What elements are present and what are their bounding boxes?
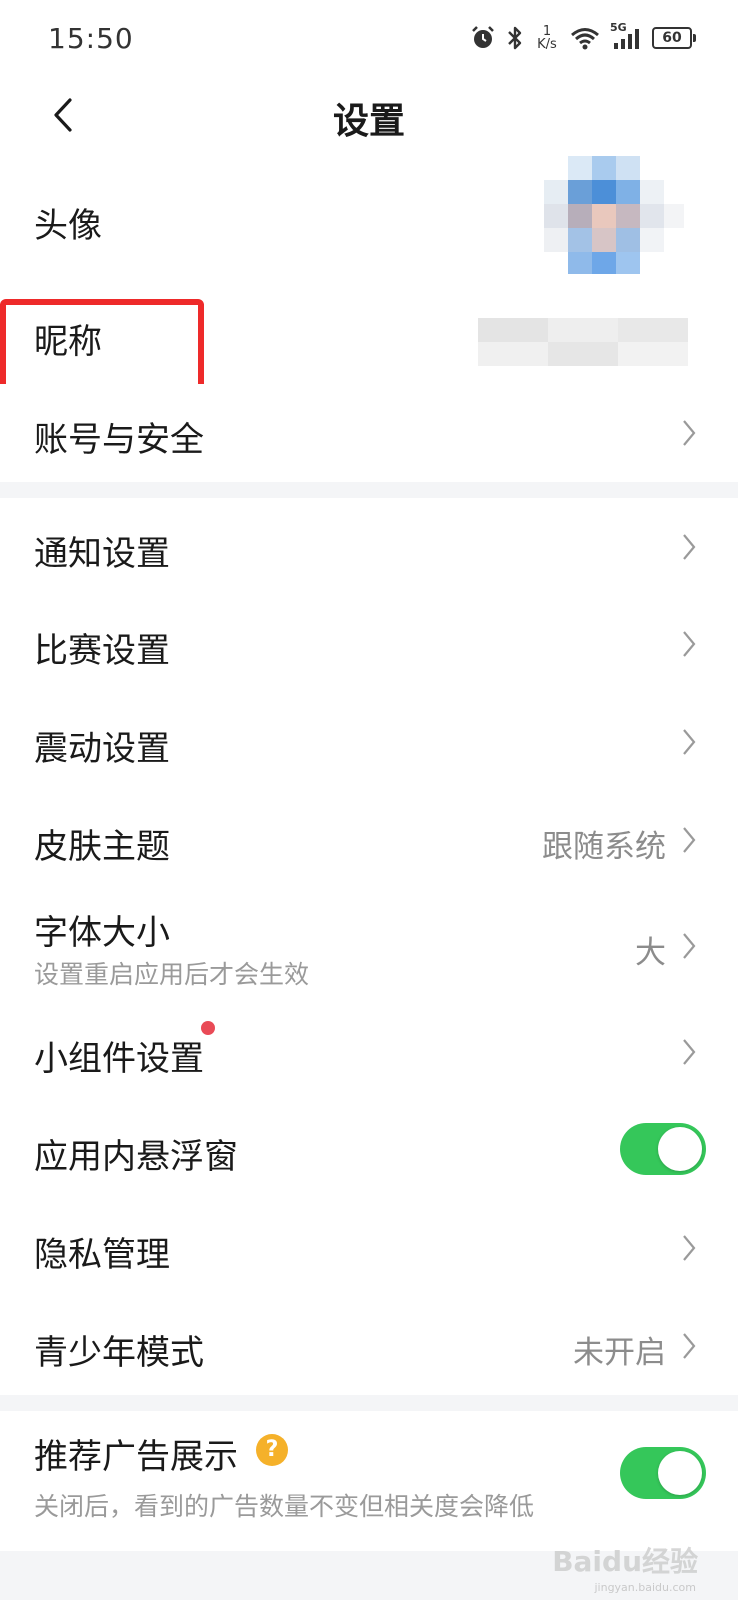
- status-time: 15:50: [48, 22, 134, 55]
- font-size-value: 大: [635, 935, 666, 971]
- page-title: 设置: [332, 101, 405, 142]
- toggle-knob: [658, 1127, 702, 1171]
- status-icons: 1 K/s 5G 60: [470, 21, 696, 52]
- match-settings-label: 比赛设置: [34, 631, 170, 671]
- chevron-right-icon: [683, 729, 696, 755]
- section-divider: [0, 482, 738, 498]
- account-security-row[interactable]: 账号与安全: [0, 384, 738, 482]
- widget-settings-label: 小组件设置: [34, 1039, 204, 1079]
- chevron-right-icon: [683, 420, 696, 446]
- chevron-right-icon: [683, 1235, 696, 1261]
- chevron-right-icon: [683, 933, 696, 959]
- avatar[interactable]: [544, 156, 684, 274]
- chevron-right-icon: [683, 534, 696, 560]
- skin-theme-value: 跟随系统: [542, 829, 666, 865]
- battery-icon: 60: [652, 27, 696, 49]
- status-bar: 15:50 1 K/s 5G 60: [0, 0, 738, 84]
- teen-mode-label: 青少年模式: [34, 1333, 204, 1373]
- vibration-settings-label: 震动设置: [34, 729, 170, 769]
- cellular-signal: 5G: [610, 21, 642, 51]
- alarm-icon: [472, 26, 494, 48]
- chevron-right-icon: [683, 631, 696, 657]
- floating-window-row: 应用内悬浮窗: [0, 1101, 738, 1200]
- recommended-ads-hint: 关闭后，看到的广告数量不变但相关度会降低: [34, 1492, 535, 1521]
- privacy-label: 隐私管理: [34, 1235, 170, 1275]
- font-size-row[interactable]: 字体大小 设置重启应用后才会生效 大: [0, 889, 738, 1004]
- bluetooth-icon: [508, 26, 522, 50]
- section-divider: [0, 1395, 738, 1411]
- chevron-right-icon: [683, 1333, 696, 1359]
- wifi-icon: [571, 28, 599, 50]
- signal-icon: [614, 29, 639, 49]
- widget-settings-row[interactable]: 小组件设置: [0, 1003, 738, 1102]
- recommended-ads-toggle[interactable]: [620, 1447, 706, 1499]
- account-security-label: 账号与安全: [34, 420, 204, 460]
- notification-settings-row[interactable]: 通知设置: [0, 498, 738, 596]
- new-badge-dot: [201, 1021, 215, 1035]
- chevron-right-icon: [683, 1039, 696, 1065]
- help-icon[interactable]: ?: [256, 1434, 288, 1466]
- skin-theme-label: 皮肤主题: [34, 827, 170, 867]
- chevron-right-icon: [683, 827, 696, 853]
- notification-settings-label: 通知设置: [34, 534, 170, 574]
- font-size-hint: 设置重启应用后才会生效: [34, 960, 310, 989]
- net-speed: 1 K/s: [537, 24, 557, 52]
- nickname-value-blurred: [478, 318, 688, 368]
- floating-window-toggle[interactable]: [620, 1123, 706, 1175]
- recommended-ads-row: 推荐广告展示 关闭后，看到的广告数量不变但相关度会降低: [0, 1411, 738, 1551]
- floating-window-label: 应用内悬浮窗: [34, 1137, 238, 1177]
- baidu-watermark-url: jingyan.baidu.com: [594, 1581, 696, 1594]
- teen-mode-row[interactable]: 青少年模式 未开启: [0, 1297, 738, 1395]
- match-settings-row[interactable]: 比赛设置: [0, 595, 738, 694]
- privacy-row[interactable]: 隐私管理: [0, 1199, 738, 1298]
- recommended-ads-label: 推荐广告展示: [34, 1437, 238, 1477]
- avatar-label: 头像: [34, 206, 102, 246]
- skin-theme-row[interactable]: 皮肤主题 跟随系统: [0, 791, 738, 890]
- teen-mode-value: 未开启: [573, 1335, 666, 1371]
- vibration-settings-row[interactable]: 震动设置: [0, 693, 738, 792]
- font-size-label: 字体大小: [34, 913, 170, 953]
- header: 设置: [0, 78, 738, 156]
- baidu-watermark: Baidu经验: [552, 1545, 698, 1578]
- toggle-knob: [658, 1451, 702, 1495]
